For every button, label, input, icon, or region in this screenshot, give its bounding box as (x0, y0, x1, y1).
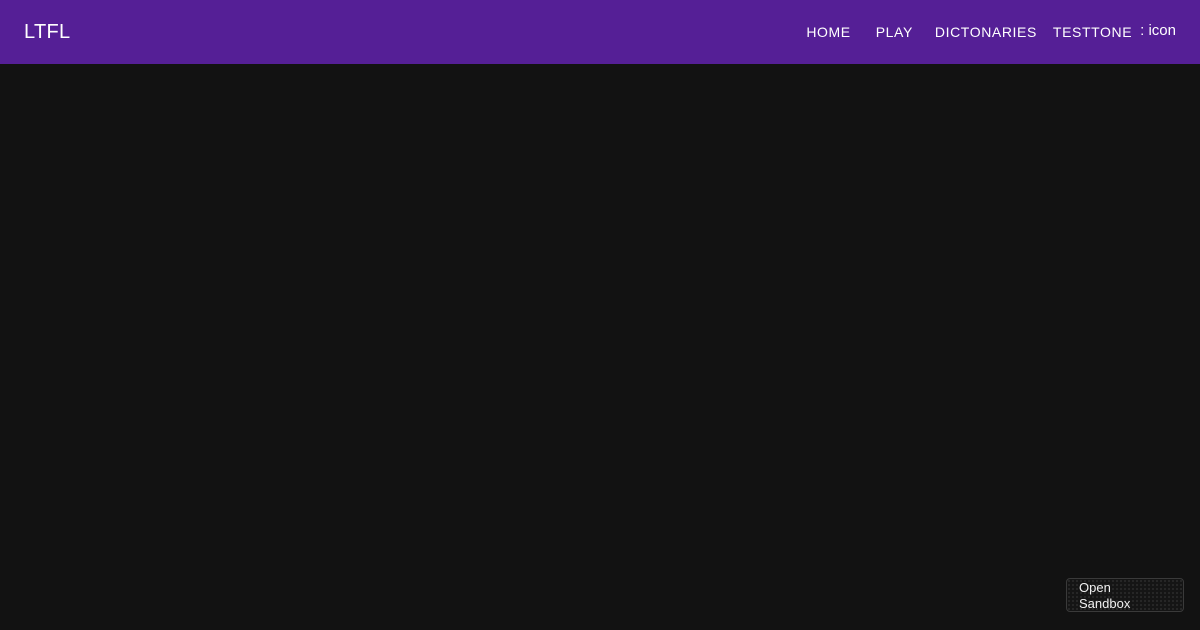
open-sandbox-label-line1: Open (1079, 580, 1111, 595)
more-menu-icon[interactable]: : icon (1140, 22, 1176, 39)
top-nav: HOME PLAY DICTONARIES TESTTONE : icon (798, 18, 1176, 46)
nav-testtone-button[interactable]: TESTTONE (1045, 18, 1140, 46)
nav-home-button[interactable]: HOME (798, 18, 858, 46)
open-sandbox-button[interactable]: Open Sandbox (1066, 578, 1184, 612)
open-sandbox-label-line2: Sandbox (1079, 596, 1131, 611)
nav-play-button[interactable]: PLAY (868, 18, 921, 46)
app-title[interactable]: LTFL (24, 21, 798, 44)
app-bar: LTFL HOME PLAY DICTONARIES TESTTONE : ic… (0, 0, 1200, 64)
main-content (0, 64, 1200, 630)
nav-dictonaries-button[interactable]: DICTONARIES (927, 18, 1045, 46)
